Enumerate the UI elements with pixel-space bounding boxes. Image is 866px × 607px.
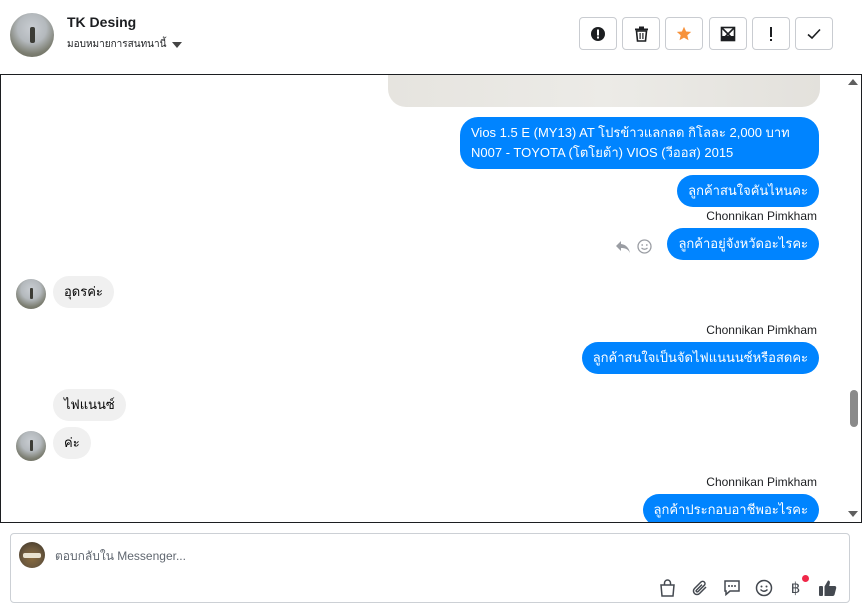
message-text: ลูกค้าสนใจเป็นจัดไฟแนนนซ์หรือสดคะ (592, 350, 808, 365)
contact-avatar[interactable] (10, 13, 54, 57)
message-text: ลูกค้าประกอบอาชีพอะไรคะ (653, 502, 808, 517)
scroll-up-arrow-icon[interactable] (848, 79, 858, 85)
contact-name[interactable]: TK Desing (67, 14, 136, 30)
outgoing-message[interactable]: Vios 1.5 E (MY13) AT โปรข้าวแลกลด กิโลละ… (460, 117, 819, 169)
outgoing-message[interactable]: ลูกค้าสนใจเป็นจัดไฟแนนนซ์หรือสดคะ (581, 342, 819, 374)
outgoing-message[interactable]: ลูกค้าสนใจคันไหนคะ (677, 175, 819, 207)
emoji-icon (755, 579, 772, 596)
contact-avatar-small (16, 431, 46, 461)
scroll-down-arrow-icon[interactable] (848, 511, 858, 517)
payment-button[interactable]: ฿ (786, 575, 809, 597)
outgoing-message[interactable]: ลูกค้าอยู่จังหวัดอะไรคะ (667, 228, 819, 260)
star-button[interactable] (665, 17, 703, 50)
incoming-message[interactable]: ค่ะ (53, 427, 91, 459)
envelope-x-icon (720, 26, 736, 41)
assign-conversation-dropdown[interactable]: มอบหมายการสนทนานี้ (67, 37, 183, 52)
check-icon (807, 28, 821, 39)
message-text: N007 - TOYOTA (โตโยต้า) VIOS (วีออส) 201… (471, 145, 734, 160)
reply-composer: ฿ (10, 533, 850, 603)
emoji-button[interactable] (754, 578, 773, 597)
send-like-button[interactable] (818, 578, 837, 597)
mark-unread-button[interactable] (709, 17, 747, 50)
saved-reply-icon (723, 580, 740, 596)
message-text: ค่ะ (64, 435, 80, 450)
sender-name: Chonnikan Pimkham (706, 209, 817, 223)
page-avatar (19, 542, 45, 568)
incoming-message[interactable]: อุดรค่ะ (53, 276, 114, 308)
notification-dot (802, 575, 809, 582)
reply-input[interactable] (55, 547, 755, 565)
message-text: อุดรค่ะ (64, 284, 103, 299)
exclamation-icon (770, 26, 772, 41)
emoji-react-icon[interactable] (637, 239, 652, 254)
scrollbar-thumb[interactable] (850, 390, 858, 427)
mark-spam-button[interactable] (579, 17, 617, 50)
message-actions (615, 239, 652, 254)
sender-name: Chonnikan Pimkham (706, 475, 817, 489)
outgoing-message[interactable]: ลูกค้าประกอบอาชีพอะไรคะ (642, 494, 819, 522)
thread-scrollbar[interactable] (847, 75, 861, 521)
incoming-message[interactable]: ไฟแนนซ์ (53, 389, 126, 421)
saved-replies-button[interactable] (722, 578, 741, 597)
caret-down-icon (172, 41, 183, 48)
message-text: ลูกค้าสนใจคันไหนคะ (688, 183, 808, 198)
message-text: Vios 1.5 E (MY13) AT โปรข้าวแลกลด กิโลละ… (471, 125, 790, 140)
message-thread[interactable]: Vios 1.5 E (MY13) AT โปรข้าวแลกลด กิโลละ… (0, 74, 862, 523)
baht-icon: ฿ (790, 578, 801, 597)
message-text: ไฟแนนซ์ (64, 397, 115, 412)
bag-icon (660, 578, 675, 597)
shared-image-attachment[interactable] (388, 75, 820, 107)
thumbs-up-icon (819, 580, 837, 596)
follow-up-button[interactable] (752, 17, 790, 50)
trash-icon (634, 26, 648, 42)
mark-done-button[interactable] (795, 17, 833, 50)
attach-file-button[interactable] (690, 578, 709, 597)
paperclip-icon (692, 580, 707, 595)
assign-conversation-label: มอบหมายการสนทนานี้ (67, 39, 167, 50)
star-icon (676, 26, 692, 40)
alert-circle-icon (591, 26, 605, 41)
sender-name: Chonnikan Pimkham (706, 323, 817, 337)
contact-avatar-small (16, 279, 46, 309)
composer-toolbar: ฿ (658, 575, 837, 597)
message-text: ลูกค้าอยู่จังหวัดอะไรคะ (678, 236, 808, 251)
reply-icon[interactable] (615, 240, 631, 254)
shop-button[interactable] (658, 578, 677, 597)
delete-button[interactable] (622, 17, 660, 50)
conversation-header: TK Desing มอบหมายการสนทนานี้ (0, 0, 866, 74)
